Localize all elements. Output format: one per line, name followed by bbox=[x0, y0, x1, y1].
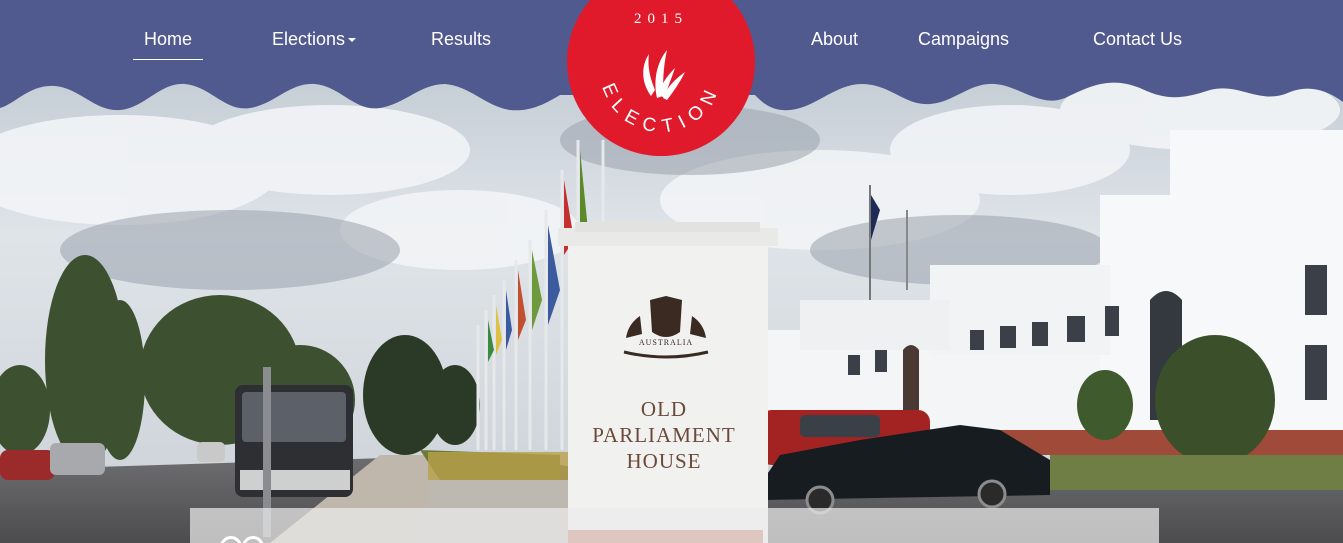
sign-line-3: HOUSE bbox=[626, 449, 702, 473]
sign-line-1: OLD bbox=[640, 397, 688, 421]
election-logo[interactable]: 2015 ELECTION bbox=[567, 0, 755, 156]
sign-text: OLD PARLIAMENT HOUSE bbox=[576, 396, 752, 474]
nav-results[interactable]: Results bbox=[431, 27, 491, 51]
nav-contact-us[interactable]: Contact Us bbox=[1093, 27, 1182, 51]
nav-home-label: Home bbox=[144, 29, 193, 49]
caption-glyph bbox=[242, 536, 264, 543]
sign-line-2: PARLIAMENT bbox=[592, 423, 736, 447]
sign-crest: AUSTRALIA bbox=[620, 288, 712, 364]
nav-elections[interactable]: Elections bbox=[272, 27, 357, 51]
nav-contact-us-label: Contact Us bbox=[1093, 29, 1183, 49]
nav-campaigns[interactable]: Campaigns bbox=[918, 27, 1009, 51]
election-logo-badge: 2015 ELECTION bbox=[567, 0, 755, 156]
nav-home[interactable]: Home bbox=[132, 27, 204, 60]
nav-about-label: About bbox=[811, 29, 859, 49]
chevron-down-icon bbox=[348, 38, 357, 43]
crest-caption: AUSTRALIA bbox=[638, 338, 694, 347]
nav-about[interactable]: About bbox=[811, 27, 858, 51]
coat-of-arms-icon bbox=[623, 296, 709, 359]
caption-glyph bbox=[220, 536, 242, 543]
logo-year: 2015 bbox=[634, 11, 688, 27]
nav-campaigns-label: Campaigns bbox=[918, 29, 1010, 49]
nav-results-label: Results bbox=[431, 29, 492, 49]
hero-caption-box bbox=[190, 508, 1159, 543]
nav-elections-label: Elections bbox=[272, 29, 346, 49]
